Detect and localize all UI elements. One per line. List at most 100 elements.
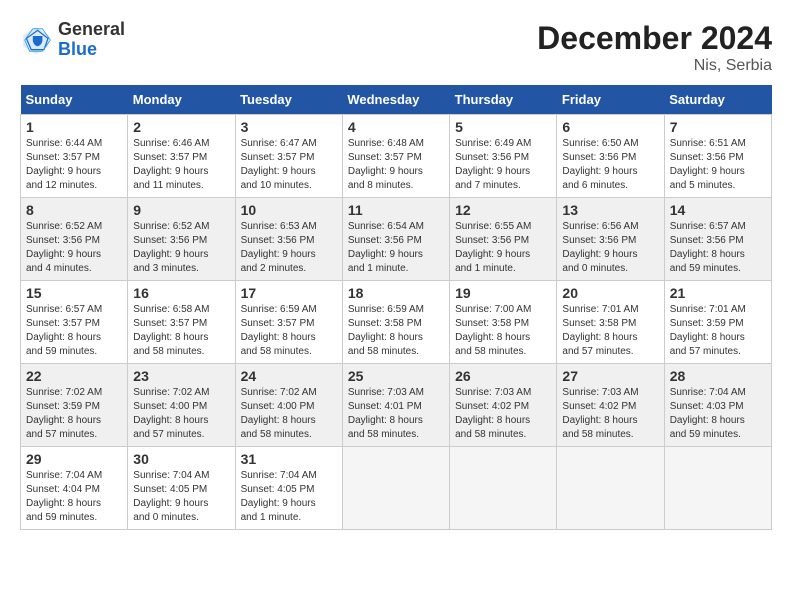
calendar-day-cell: 15Sunrise: 6:57 AM Sunset: 3:57 PM Dayli…	[21, 281, 128, 364]
day-info: Sunrise: 6:57 AM Sunset: 3:57 PM Dayligh…	[26, 303, 122, 359]
calendar-day-cell	[557, 447, 664, 530]
calendar-day-cell: 2 Sunrise: 6:46 AM Sunset: 3:57 PM Daylig…	[128, 115, 235, 198]
calendar-day-cell: 22Sunrise: 7:02 AM Sunset: 3:59 PM Dayli…	[21, 364, 128, 447]
calendar-col-header: Tuesday	[235, 85, 342, 115]
month-year-title: December 2024	[537, 20, 772, 57]
day-info: Sunrise: 6:44 AM Sunset: 3:57 PM Dayligh…	[26, 137, 122, 193]
day-number: 17	[241, 285, 337, 301]
day-number: 6	[562, 119, 658, 135]
day-number: 30	[133, 451, 229, 467]
day-number: 11	[348, 202, 444, 218]
calendar-day-cell: 6 Sunrise: 6:50 AM Sunset: 3:56 PM Daylig…	[557, 115, 664, 198]
calendar-col-header: Sunday	[21, 85, 128, 115]
calendar-day-cell	[664, 447, 771, 530]
day-number: 14	[670, 202, 766, 218]
day-info: Sunrise: 7:03 AM Sunset: 4:01 PM Dayligh…	[348, 386, 444, 442]
calendar-day-cell: 8 Sunrise: 6:52 AM Sunset: 3:56 PM Daylig…	[21, 198, 128, 281]
calendar-day-cell: 1 Sunrise: 6:44 AM Sunset: 3:57 PM Daylig…	[21, 115, 128, 198]
day-number: 9	[133, 202, 229, 218]
calendar-day-cell: 30 Sunrise: 7:04 AM Sunset: 4:05 PM Dayli…	[128, 447, 235, 530]
calendar-col-header: Monday	[128, 85, 235, 115]
calendar-week-row: 29 Sunrise: 7:04 AM Sunset: 4:04 PM Dayli…	[21, 447, 772, 530]
calendar-day-cell: 25 Sunrise: 7:03 AM Sunset: 4:01 PM Dayli…	[342, 364, 449, 447]
day-info: Sunrise: 6:58 AM Sunset: 3:57 PM Dayligh…	[133, 303, 229, 359]
day-info: Sunrise: 7:03 AM Sunset: 4:02 PM Dayligh…	[562, 386, 658, 442]
day-info: Sunrise: 6:57 AM Sunset: 3:56 PM Dayligh…	[670, 220, 766, 276]
day-info: Sunrise: 7:04 AM Sunset: 4:04 PM Dayligh…	[26, 469, 122, 525]
calendar-week-row: 15Sunrise: 6:57 AM Sunset: 3:57 PM Dayli…	[21, 281, 772, 364]
day-info: Sunrise: 6:47 AM Sunset: 3:57 PM Dayligh…	[241, 137, 337, 193]
logo-blue: Blue	[58, 39, 97, 59]
calendar-day-cell: 18 Sunrise: 6:59 AM Sunset: 3:58 PM Dayli…	[342, 281, 449, 364]
day-info: Sunrise: 6:48 AM Sunset: 3:57 PM Dayligh…	[348, 137, 444, 193]
day-number: 29	[26, 451, 122, 467]
day-info: Sunrise: 7:04 AM Sunset: 4:03 PM Dayligh…	[670, 386, 766, 442]
logo: General Blue	[20, 20, 125, 60]
calendar-day-cell: 17 Sunrise: 6:59 AM Sunset: 3:57 PM Dayli…	[235, 281, 342, 364]
day-number: 2	[133, 119, 229, 135]
calendar-day-cell	[450, 447, 557, 530]
day-number: 18	[348, 285, 444, 301]
calendar-col-header: Wednesday	[342, 85, 449, 115]
day-number: 1	[26, 119, 122, 135]
day-number: 10	[241, 202, 337, 218]
day-info: Sunrise: 6:59 AM Sunset: 3:58 PM Dayligh…	[348, 303, 444, 359]
day-info: Sunrise: 7:04 AM Sunset: 4:05 PM Dayligh…	[241, 469, 337, 525]
day-number: 21	[670, 285, 766, 301]
day-info: Sunrise: 6:51 AM Sunset: 3:56 PM Dayligh…	[670, 137, 766, 193]
day-number: 16	[133, 285, 229, 301]
calendar-day-cell: 5 Sunrise: 6:49 AM Sunset: 3:56 PM Daylig…	[450, 115, 557, 198]
day-info: Sunrise: 6:46 AM Sunset: 3:57 PM Dayligh…	[133, 137, 229, 193]
calendar-day-cell: 29 Sunrise: 7:04 AM Sunset: 4:04 PM Dayli…	[21, 447, 128, 530]
day-info: Sunrise: 6:54 AM Sunset: 3:56 PM Dayligh…	[348, 220, 444, 276]
calendar-day-cell: 9 Sunrise: 6:52 AM Sunset: 3:56 PM Daylig…	[128, 198, 235, 281]
calendar-day-cell: 12 Sunrise: 6:55 AM Sunset: 3:56 PM Dayli…	[450, 198, 557, 281]
calendar-week-row: 1 Sunrise: 6:44 AM Sunset: 3:57 PM Daylig…	[21, 115, 772, 198]
day-number: 19	[455, 285, 551, 301]
day-number: 24	[241, 368, 337, 384]
calendar-day-cell: 27 Sunrise: 7:03 AM Sunset: 4:02 PM Dayli…	[557, 364, 664, 447]
day-number: 22	[26, 368, 122, 384]
day-info: Sunrise: 6:52 AM Sunset: 3:56 PM Dayligh…	[26, 220, 122, 276]
calendar-day-cell: 21 Sunrise: 7:01 AM Sunset: 3:59 PM Dayli…	[664, 281, 771, 364]
day-info: Sunrise: 6:55 AM Sunset: 3:56 PM Dayligh…	[455, 220, 551, 276]
day-info: Sunrise: 6:56 AM Sunset: 3:56 PM Dayligh…	[562, 220, 658, 276]
day-number: 12	[455, 202, 551, 218]
day-info: Sunrise: 6:49 AM Sunset: 3:56 PM Dayligh…	[455, 137, 551, 193]
day-info: Sunrise: 7:04 AM Sunset: 4:05 PM Dayligh…	[133, 469, 229, 525]
calendar-week-row: 8 Sunrise: 6:52 AM Sunset: 3:56 PM Daylig…	[21, 198, 772, 281]
day-number: 3	[241, 119, 337, 135]
logo-text: General Blue	[58, 20, 125, 60]
calendar-day-cell: 20Sunrise: 7:01 AM Sunset: 3:58 PM Dayli…	[557, 281, 664, 364]
calendar-day-cell: 16 Sunrise: 6:58 AM Sunset: 3:57 PM Dayli…	[128, 281, 235, 364]
calendar-day-cell: 13 Sunrise: 6:56 AM Sunset: 3:56 PM Dayli…	[557, 198, 664, 281]
day-info: Sunrise: 7:03 AM Sunset: 4:02 PM Dayligh…	[455, 386, 551, 442]
day-number: 25	[348, 368, 444, 384]
day-number: 8	[26, 202, 122, 218]
day-info: Sunrise: 7:01 AM Sunset: 3:59 PM Dayligh…	[670, 303, 766, 359]
calendar-day-cell: 11 Sunrise: 6:54 AM Sunset: 3:56 PM Dayli…	[342, 198, 449, 281]
day-info: Sunrise: 6:59 AM Sunset: 3:57 PM Dayligh…	[241, 303, 337, 359]
calendar-day-cell: 4 Sunrise: 6:48 AM Sunset: 3:57 PM Daylig…	[342, 115, 449, 198]
day-number: 5	[455, 119, 551, 135]
day-number: 4	[348, 119, 444, 135]
page-header: General Blue December 2024 Nis, Serbia	[20, 20, 772, 75]
location-subtitle: Nis, Serbia	[537, 57, 772, 75]
calendar-col-header: Friday	[557, 85, 664, 115]
day-info: Sunrise: 6:50 AM Sunset: 3:56 PM Dayligh…	[562, 137, 658, 193]
day-number: 27	[562, 368, 658, 384]
calendar-day-cell: 31 Sunrise: 7:04 AM Sunset: 4:05 PM Dayli…	[235, 447, 342, 530]
day-info: Sunrise: 6:52 AM Sunset: 3:56 PM Dayligh…	[133, 220, 229, 276]
day-info: Sunrise: 6:53 AM Sunset: 3:56 PM Dayligh…	[241, 220, 337, 276]
calendar-day-cell: 24Sunrise: 7:02 AM Sunset: 4:00 PM Dayli…	[235, 364, 342, 447]
day-number: 13	[562, 202, 658, 218]
calendar-day-cell: 10 Sunrise: 6:53 AM Sunset: 3:56 PM Dayli…	[235, 198, 342, 281]
calendar-week-row: 22Sunrise: 7:02 AM Sunset: 3:59 PM Dayli…	[21, 364, 772, 447]
calendar-day-cell: 3 Sunrise: 6:47 AM Sunset: 3:57 PM Daylig…	[235, 115, 342, 198]
calendar-col-header: Thursday	[450, 85, 557, 115]
day-number: 31	[241, 451, 337, 467]
day-info: Sunrise: 7:02 AM Sunset: 4:00 PM Dayligh…	[133, 386, 229, 442]
day-number: 20	[562, 285, 658, 301]
logo-general: General	[58, 19, 125, 39]
day-info: Sunrise: 7:00 AM Sunset: 3:58 PM Dayligh…	[455, 303, 551, 359]
